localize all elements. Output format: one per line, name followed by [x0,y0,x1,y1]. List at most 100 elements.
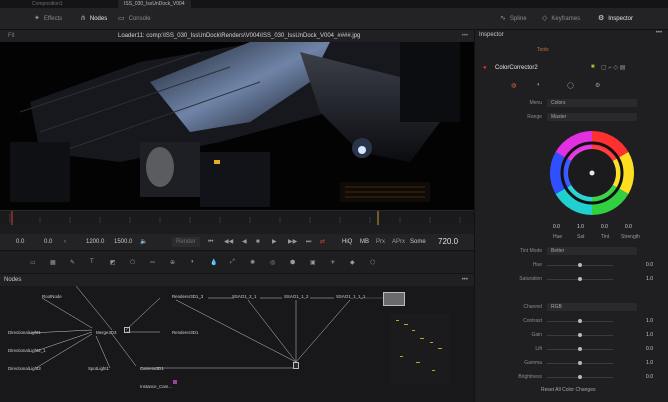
color-tool-icon[interactable]: ◑ [190,259,194,265]
color-tab-icon[interactable]: ◍ [511,82,516,89]
wheel-strength-value[interactable]: 0.0 [625,224,632,230]
merge-tool-icon[interactable]: ⊕ [170,259,175,266]
step-forward-icon[interactable]: ▶▶ [288,234,297,250]
brightness-slider-knob[interactable] [578,375,582,379]
start-frame-field[interactable]: 0.0 [44,234,52,250]
contrast-field[interactable]: 1.0 [621,317,653,325]
lift-field[interactable]: 0.0 [621,345,653,353]
viewer-image[interactable] [0,42,474,210]
merge3d3-node-box[interactable] [124,327,130,333]
saturation-slider-knob[interactable] [578,277,582,281]
pointer-tool-icon[interactable]: ▭ [30,259,36,266]
tool-color-swatch[interactable]: ■ [591,64,595,70]
node-directionallight3[interactable]: DirectionalLight3 [8,366,41,371]
audio-icon[interactable]: 🔈 [140,234,147,250]
node-instance-camera[interactable]: Instance_Cam... [140,384,172,389]
menu-dropdown[interactable]: Colors [547,99,637,107]
effects-button[interactable]: ✦ Effects [34,8,62,30]
loader-thumbnail[interactable] [383,292,405,306]
paint-tool-icon[interactable]: ✎ [70,259,75,266]
node-directionallight2[interactable]: DirectionalLight2_1 [8,348,46,353]
transform-tool-icon[interactable]: ⤢ [230,259,235,266]
brightness-field[interactable]: 0.0 [621,373,653,381]
current-frame-field[interactable]: 0.0 [16,234,24,250]
range-dropdown[interactable]: Master [547,113,637,121]
tool-options-icons[interactable]: ▢ ⌐ ◇ ▤ [601,64,625,71]
nodes-button[interactable]: ⋔ Nodes [80,8,107,30]
mask-tool-icon[interactable]: ◩ [110,259,116,266]
stop-icon[interactable]: ■ [256,234,260,250]
time-ruler[interactable] [0,210,474,225]
hue-field[interactable]: 0.0 [621,261,653,269]
tools-tab[interactable]: Tools [537,47,549,53]
render-end-field[interactable]: 1500.0 [114,234,132,250]
tint-mode-dropdown[interactable]: Better [547,247,637,255]
node-ssao1-1-2[interactable]: SSAO1_1_2 [284,294,308,299]
lift-slider-knob[interactable] [578,347,582,351]
node-renderer3d1[interactable]: Renderer3D1 [172,330,198,335]
tab-iss-comp[interactable]: ISS_030_IssUnDock_V004 [118,0,191,8]
node-directionallight1[interactable]: DirectionalLight1 [8,330,41,335]
render-start-field[interactable]: 1200.0 [86,234,104,250]
background-tool-icon[interactable]: ▦ [50,259,56,266]
render-tool-icon[interactable]: ⬡ [370,259,375,266]
nodes-more-icon[interactable]: ••• [462,274,468,286]
hue-slider-knob[interactable] [578,263,582,267]
play-reverse-icon[interactable]: ◀ [242,234,247,250]
particles-tool-icon[interactable]: ✺ [250,259,255,266]
viewer-fit-dropdown[interactable]: Fit [8,30,15,42]
prev-arrow-icon[interactable]: ‹ [64,234,66,250]
channel-dropdown[interactable]: RGB [547,303,637,311]
keyframes-button[interactable]: ◇ Keyframes [542,8,580,30]
render-button[interactable]: Render [172,237,200,247]
node-renderer3d1-3[interactable]: Renderer3D1_3 [172,294,203,299]
merge-node-box[interactable] [293,362,299,369]
node-spotlight1[interactable]: SpotLight1 [88,366,109,371]
shape-tool-icon[interactable]: ◆ [350,259,355,266]
play-icon[interactable]: ▶ [272,234,277,250]
inspector-button[interactable]: ⚙ Inspector [598,8,633,30]
console-button[interactable]: ▭ Console [118,8,151,30]
end-frame-field[interactable]: 720.0 [438,234,458,250]
camera-tool-icon[interactable]: ▣ [310,259,316,266]
color-wheel[interactable] [549,130,635,216]
aprx-toggle[interactable]: APrx [392,234,405,250]
tab-composition1[interactable]: Composition1 [26,0,69,8]
loop-icon[interactable]: ⇄ [320,234,325,250]
tracker-tool-icon[interactable]: ◎ [270,259,275,266]
first-frame-icon[interactable]: ⏮ [208,234,213,250]
inspector-more-icon[interactable]: ••• [656,30,662,36]
last-frame-icon[interactable]: ⏭ [306,234,311,250]
wheel-hue-value[interactable]: 0.0 [553,224,560,230]
3d-tool-icon[interactable]: ⬢ [290,259,295,266]
reset-color-changes-button[interactable]: Reset All Color Changes [541,387,595,393]
node-rootnode[interactable]: RootNode [42,294,62,299]
gamma-field[interactable]: 1.0 [621,359,653,367]
wheel-tint-value[interactable]: 0.0 [601,224,608,230]
node-ssao1-1-1-1[interactable]: SSAO1_1_1_1 [336,294,365,299]
levels-tab-icon[interactable]: ◐ [537,82,541,88]
blur-tool-icon[interactable]: 💧 [210,259,217,266]
gain-slider-knob[interactable] [578,333,582,337]
settings-tab-icon[interactable]: ⚙ [595,82,600,89]
polygon-tool-icon[interactable]: ⬠ [130,259,135,266]
node-merge3d3[interactable]: Merge3D3 [96,330,117,335]
gain-field[interactable]: 1.0 [621,331,653,339]
hiq-toggle[interactable]: HiQ [342,234,352,250]
tool-enabled-icon[interactable]: ● [483,65,487,71]
node-camera3d1[interactable]: Camera3D1 [140,366,164,371]
viewer-more-icon[interactable]: ••• [462,30,468,42]
node-ssao1-2-1[interactable]: SSAO1_2_1 [232,294,256,299]
node-graph[interactable]: RootNode DirectionalLight1 DirectionalLi… [0,286,474,402]
step-back-icon[interactable]: ◀◀ [224,234,233,250]
light-tool-icon[interactable]: ☀ [330,259,335,266]
prx-toggle[interactable]: Prx [376,234,385,250]
some-toggle[interactable]: Some [410,234,426,250]
saturation-field[interactable]: 1.0 [621,275,653,283]
options-tab-icon[interactable]: ◯ [567,82,574,89]
wheel-sat-value[interactable]: 1.0 [577,224,584,230]
mb-toggle[interactable]: MB [360,234,369,250]
bspline-tool-icon[interactable]: ∾ [150,259,155,266]
gamma-slider-knob[interactable] [578,361,582,365]
text-tool-icon[interactable]: T [90,259,94,265]
